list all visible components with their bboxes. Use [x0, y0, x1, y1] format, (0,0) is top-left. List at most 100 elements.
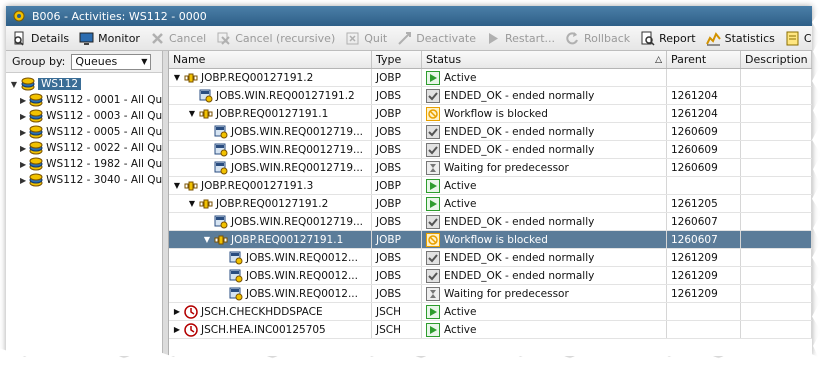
expand-right-icon[interactable]: ▶ — [20, 160, 26, 169]
expand-right-icon[interactable]: ▶ — [20, 128, 26, 137]
expand-down-icon[interactable]: ▼ — [10, 80, 18, 89]
table-row[interactable]: ▼ JOBP.REQ00127191.2 JOBP Active — [169, 69, 812, 87]
expand-down-icon[interactable]: ▼ — [203, 235, 211, 244]
status-waiting-icon — [426, 286, 440, 301]
toolbar-button-label: Details — [31, 31, 70, 45]
tree-item-queue[interactable]: ▶ WS112 - 0001 - All Qu — [6, 92, 162, 108]
status-active-icon — [426, 304, 440, 319]
jobp-icon — [199, 107, 213, 121]
toolbar-button-label: Monitor — [98, 31, 140, 45]
group-by-select[interactable]: Queues ▼ — [71, 53, 152, 70]
description-cell — [741, 285, 812, 302]
type-cell: JOBS — [372, 213, 422, 230]
object-name: JOBS.WIN.REQ00127191.2 — [216, 89, 355, 102]
expand-right-icon[interactable]: ▶ — [20, 112, 26, 121]
description-cell — [741, 177, 812, 194]
object-name: JOBP.REQ00127191.2 — [201, 71, 314, 84]
cancel-recursive-button[interactable]: Cancel (recursive) — [216, 31, 335, 46]
toolbar-button-label: Restart... — [504, 31, 555, 45]
expand-right-icon[interactable]: ▶ — [20, 96, 26, 105]
table-row[interactable]: JOBS.WIN.REQ0012719... JOBS Waiting for pr… — [169, 159, 812, 177]
status-text: Waiting for predecessor — [444, 161, 569, 174]
type-cell: JSCH — [372, 303, 422, 320]
cancel-button[interactable]: Cancel — [150, 31, 206, 46]
table-row[interactable]: ▼ JOBP.REQ00127191.1 JOBP Workflow is block… — [169, 105, 812, 123]
table-row[interactable]: ▶ JSCH.CHECKHDDSPACE JSCH Active — [169, 303, 812, 321]
quit-icon — [345, 31, 360, 46]
status-text: Workflow is blocked — [444, 233, 548, 246]
expand-down-icon[interactable]: ▼ — [188, 109, 196, 118]
status-ended-icon — [426, 88, 440, 103]
table-row[interactable]: ▼ JOBP.REQ00127191.3 JOBP Active — [169, 177, 812, 195]
column-header-status[interactable]: Status △ — [422, 51, 667, 68]
column-header-label: Name — [173, 53, 206, 66]
name-cell: JOBS.WIN.REQ0012719... — [169, 213, 372, 230]
comment-icon — [785, 31, 800, 46]
status-text: Active — [444, 197, 477, 210]
quit-button[interactable]: Quit — [345, 31, 387, 46]
statistics-button[interactable]: Statistics — [705, 31, 775, 46]
tree-root-ws112[interactable]: ▼ WS112 — [6, 76, 162, 92]
expand-right-icon[interactable]: ▶ — [20, 176, 26, 185]
toolbar-button-label: Statistics — [724, 31, 775, 45]
type-cell: JOBS — [372, 249, 422, 266]
monitor-button[interactable]: Monitor — [79, 31, 140, 46]
table-row[interactable]: JOBS.WIN.REQ0012719... JOBS ENDED_OK - end… — [169, 213, 812, 231]
status-active-icon — [426, 178, 440, 193]
table-row[interactable]: ▶ JSCH.HEA.INC00125705 JSCH Active — [169, 321, 812, 339]
details-button[interactable]: Details — [12, 31, 69, 46]
table-row[interactable]: JOBS.WIN.REQ0012719... JOBS ENDED_OK - end… — [169, 141, 812, 159]
expand-right-icon[interactable]: ▶ — [173, 307, 181, 316]
deactivate-button[interactable]: Deactivate — [397, 31, 476, 46]
tree-item-queue[interactable]: ▶ WS112 - 0003 - All Qu — [6, 108, 162, 124]
jobs-icon — [229, 269, 243, 283]
name-cell: ▼ JOBP.REQ00127191.2 — [169, 69, 372, 86]
column-header-label: Status — [426, 53, 462, 66]
status-cell: ENDED_OK - ended normally — [422, 213, 667, 230]
status-blocked-icon — [426, 106, 440, 121]
column-header-description[interactable]: Description — [741, 51, 812, 68]
table-row[interactable]: JOBS.WIN.REQ0012... JOBS ENDED_OK - ended … — [169, 249, 812, 267]
group-by-bar: Group by: Queues ▼ — [6, 51, 162, 73]
type-cell: JOBS — [372, 285, 422, 302]
tree-item-queue[interactable]: ▶ WS112 - 3040 - All Qu — [6, 172, 162, 188]
type-cell: JOBP — [372, 69, 422, 86]
column-header-type[interactable]: Type — [372, 51, 422, 68]
parent-cell: 1261209 — [667, 285, 741, 302]
column-header-name[interactable]: Name — [169, 51, 372, 68]
table-row[interactable]: JOBS.WIN.REQ0012... JOBS Waiting for prede… — [169, 285, 812, 303]
description-cell — [741, 141, 812, 158]
expand-right-icon[interactable]: ▶ — [20, 144, 26, 153]
parent-cell: 1261204 — [667, 105, 741, 122]
jobs-icon — [229, 251, 243, 265]
comment-button[interactable]: Comment — [785, 31, 812, 46]
type-cell: JOBP — [372, 105, 422, 122]
report-button[interactable]: Report — [640, 31, 696, 46]
table-row[interactable]: ▼ JOBP.REQ00127191.1 JOBP Workflow is block… — [169, 231, 812, 249]
expand-down-icon[interactable]: ▼ — [173, 73, 181, 82]
tree-item-queue[interactable]: ▶ WS112 - 1982 - All Qu — [6, 156, 162, 172]
tree-item-queue[interactable]: ▶ WS112 - 0005 - All Qu — [6, 124, 162, 140]
expand-down-icon[interactable]: ▼ — [188, 199, 196, 208]
toolbar-button-label: Report — [659, 31, 696, 45]
table-row[interactable]: JOBS.WIN.REQ00127191.2 JOBS ENDED_OK - end… — [169, 87, 812, 105]
object-name: JOBS.WIN.REQ0012... — [246, 269, 358, 282]
parent-cell: 1260609 — [667, 159, 741, 176]
description-cell — [741, 321, 812, 338]
status-ended-icon — [426, 250, 440, 265]
rollback-button[interactable]: Rollback — [565, 31, 630, 46]
object-name: JOBS.WIN.REQ0012719... — [231, 125, 364, 138]
table-row[interactable]: JOBS.WIN.REQ0012719... JOBS ENDED_OK - end… — [169, 123, 812, 141]
tree-item-queue[interactable]: ▶ WS112 - 0022 - All Qu — [6, 140, 162, 156]
table-row[interactable]: ▼ JOBP.REQ00127191.2 JOBP Active 1261205 — [169, 195, 812, 213]
name-cell: ▼ JOBP.REQ00127191.2 — [169, 195, 372, 212]
table-row[interactable]: JOBS.WIN.REQ0012... JOBS ENDED_OK - ended … — [169, 267, 812, 285]
expand-down-icon[interactable]: ▼ — [173, 181, 181, 190]
column-header-parent[interactable]: Parent — [667, 51, 741, 68]
expand-right-icon[interactable]: ▶ — [173, 325, 181, 334]
jobs-icon — [214, 143, 228, 157]
description-cell — [741, 159, 812, 176]
parent-cell — [667, 321, 741, 338]
restart-button[interactable]: Restart... — [486, 31, 555, 46]
rollback-icon — [565, 31, 580, 46]
